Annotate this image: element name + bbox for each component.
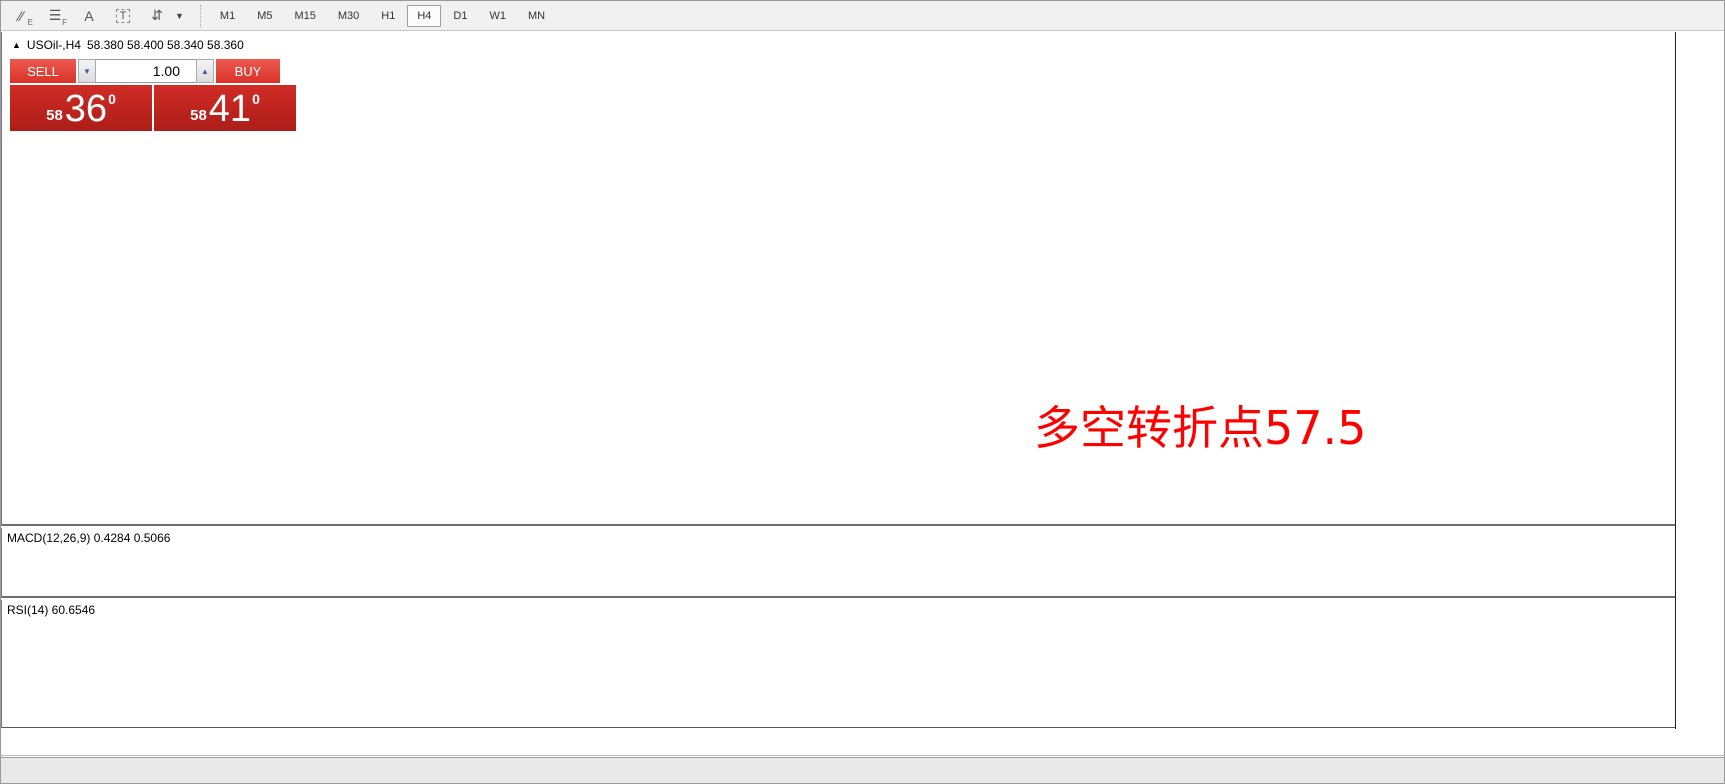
collapse-icon[interactable]: ▲ bbox=[12, 40, 21, 50]
price-axis[interactable] bbox=[1675, 32, 1725, 729]
equidistant-channel-icon[interactable]: ∕∕E bbox=[7, 4, 35, 28]
buy-price-prefix: 58 bbox=[190, 107, 207, 124]
volume-increase-button[interactable]: ▲ bbox=[196, 59, 214, 83]
drawing-tools: ∕∕E☰FAT⇵ bbox=[7, 4, 177, 28]
buy-button[interactable]: BUY bbox=[214, 59, 280, 83]
timeframe-button-h4[interactable]: H4 bbox=[407, 5, 441, 27]
timeframe-button-w1[interactable]: W1 bbox=[479, 5, 516, 27]
mt4-window: ∕∕E☰FAT⇵ ▼ M1M5M15M30H1H4D1W1MN ▲ USOil-… bbox=[0, 0, 1725, 784]
fibonacci-retracement-icon[interactable]: ☰F bbox=[41, 4, 69, 28]
macd-indicator-panel[interactable]: MACD(12,26,9) 0.4284 0.5066 bbox=[1, 528, 1675, 598]
sell-price-prefix: 58 bbox=[46, 107, 63, 124]
chevron-down-icon[interactable]: ▼ bbox=[175, 11, 184, 21]
buy-price-box[interactable]: 58 41 0 bbox=[154, 85, 296, 131]
symbol-title: USOil-,H4 bbox=[27, 38, 81, 52]
timeframe-button-m1[interactable]: M1 bbox=[210, 5, 245, 27]
toolbar: ∕∕E☰FAT⇵ ▼ M1M5M15M30H1H4D1W1MN bbox=[1, 1, 1725, 31]
toolbar-separator bbox=[200, 5, 201, 27]
buy-price-sup: 0 bbox=[252, 87, 260, 107]
sell-price-box[interactable]: 58 36 0 bbox=[10, 85, 152, 131]
chart-header: ▲ USOil-,H4 58.380 58.400 58.340 58.360 bbox=[12, 38, 244, 52]
sell-price-main: 36 bbox=[65, 89, 107, 129]
sell-price-sup: 0 bbox=[108, 87, 116, 107]
chart-tab-bar bbox=[1, 757, 1725, 784]
timeframe-button-m30[interactable]: M30 bbox=[328, 5, 369, 27]
rsi-indicator-panel[interactable]: RSI(14) 60.6546 bbox=[1, 600, 1675, 728]
timeframe-button-m5[interactable]: M5 bbox=[247, 5, 282, 27]
volume-decrease-button[interactable]: ▼ bbox=[78, 59, 96, 83]
macd-label: MACD(12,26,9) 0.4284 0.5066 bbox=[7, 531, 170, 545]
text-icon[interactable]: A bbox=[75, 4, 103, 28]
volume-input[interactable] bbox=[96, 59, 196, 83]
timeframe-button-m15[interactable]: M15 bbox=[284, 5, 325, 27]
rsi-label: RSI(14) 60.6546 bbox=[7, 603, 95, 617]
buy-price-main: 41 bbox=[209, 89, 251, 129]
time-axis[interactable] bbox=[1, 729, 1725, 756]
one-click-trading-panel: SELL ▼ ▲ BUY 58 36 0 58 41 0 bbox=[10, 59, 296, 131]
timeframe-button-d1[interactable]: D1 bbox=[443, 5, 477, 27]
ohlc-readout: 58.380 58.400 58.340 58.360 bbox=[87, 38, 244, 52]
timeframe-buttons: M1M5M15M30H1H4D1W1MN bbox=[209, 5, 556, 27]
sell-button[interactable]: SELL bbox=[10, 59, 78, 83]
price-chart-panel[interactable]: ▲ USOil-,H4 58.380 58.400 58.340 58.360 … bbox=[1, 32, 1675, 526]
timeframe-button-mn[interactable]: MN bbox=[518, 5, 555, 27]
arrow-objects-icon[interactable]: ⇵ bbox=[143, 4, 171, 28]
chart-text-annotation: 多空转折点57.5 bbox=[1034, 392, 1366, 458]
text-label-icon[interactable]: T bbox=[109, 4, 137, 28]
timeframe-button-h1[interactable]: H1 bbox=[371, 5, 405, 27]
